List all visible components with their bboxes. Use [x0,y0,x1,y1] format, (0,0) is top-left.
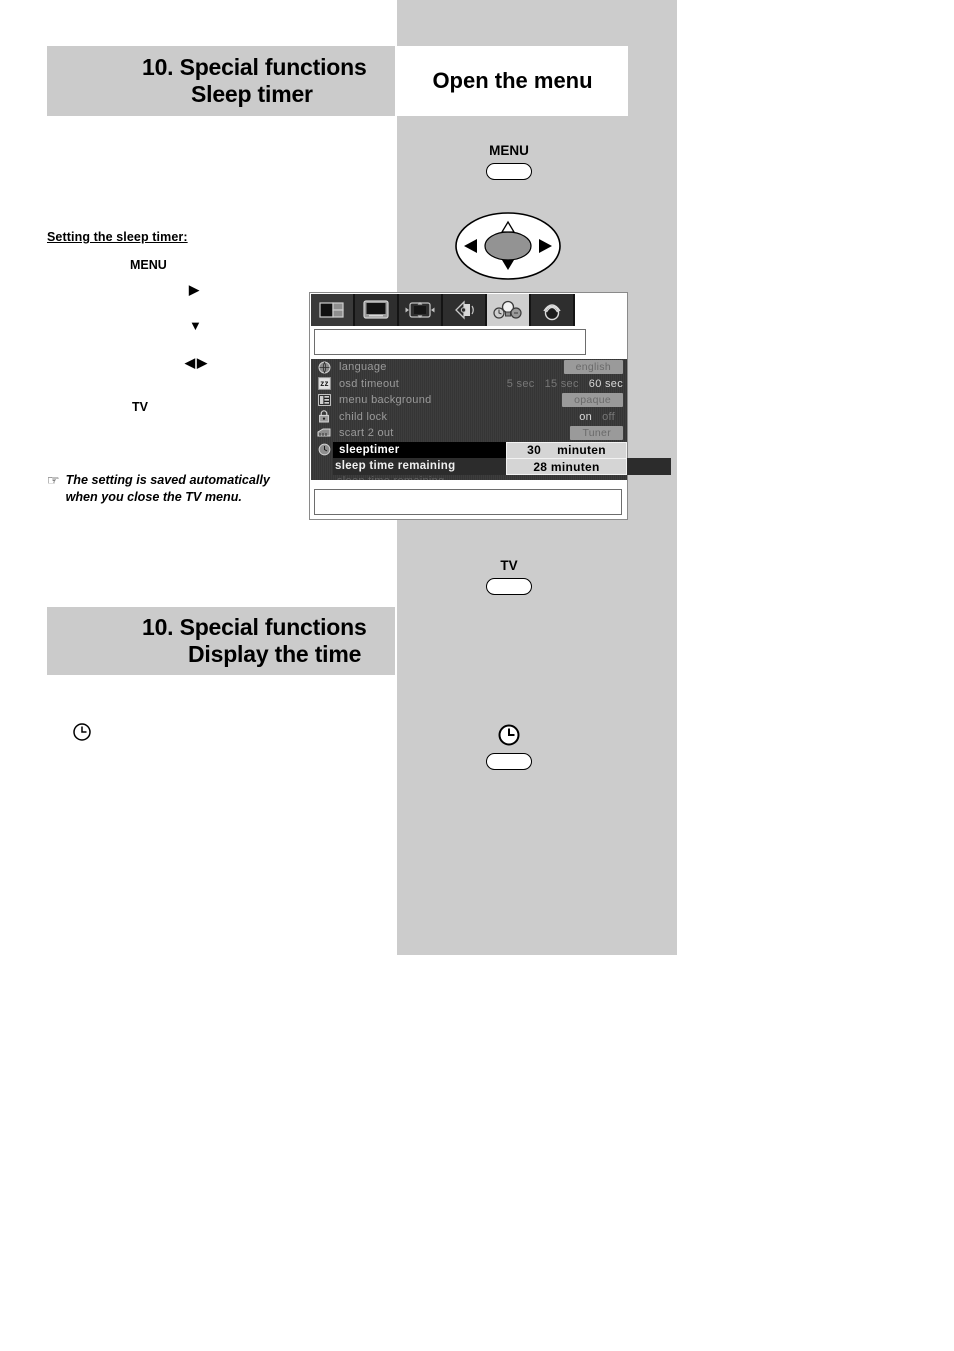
remote-menu-button-group[interactable]: MENU [461,143,557,180]
osd-row-values[interactable]: 5 sec 15 sec 60 sec [507,376,623,393]
osd-row-label: sleeptimer [339,443,400,456]
banner-open-the-menu: Open the menu [397,46,628,116]
globe-icon [315,360,333,374]
sound-icon [455,300,474,320]
osd-tab-picture-format[interactable] [399,294,443,326]
section-number-title: 10. Special functions [142,614,367,640]
zz-timer-icon: zz [315,377,333,391]
osd-tab-tv-screen[interactable] [355,294,399,326]
sleeptimer-value-box[interactable]: 30 minuten [506,441,627,459]
special-functions-icon [493,300,522,319]
osd-row-label: language [339,361,387,374]
step-tv: TV [132,400,148,414]
osd-row-child-lock[interactable]: child lock on off [311,409,627,426]
pointing-hand-icon: ☞ [47,472,60,488]
osd-row-sleeptimer[interactable]: sleeptimer 30 minuten [311,441,627,459]
osd-tab-bar[interactable] [311,294,575,326]
sleep-remaining-value-box: 28 minuten [506,458,627,475]
section-subtitle: Display the time [188,641,362,667]
osd-value-5-sec[interactable]: 5 sec [507,378,535,390]
osd-value-tuner[interactable]: Tuner [570,426,623,441]
osd-row-menu-background[interactable]: menu background opaque [311,392,627,409]
osd-tab-special-functions[interactable] [487,294,531,326]
osd-row-label: menu background [339,394,432,407]
remote-tv-button-group[interactable]: TV [461,558,557,595]
picture-format-icon [405,302,435,318]
instructions-heading: Setting the sleep timer: [47,230,188,244]
remote-navigation-pad[interactable] [455,212,561,280]
svg-text:zz: zz [320,379,329,388]
section-heading-display-the-time: 10. Special functions Display the time [47,607,395,675]
installation-icon [543,304,561,321]
remote-clock-button-group[interactable] [461,722,557,770]
osd-row-label: scart 2 out [339,427,394,440]
osd-value-english[interactable]: english [563,360,623,375]
remote-tv-button[interactable] [486,578,532,595]
osd-value-15-sec[interactable]: 15 sec [545,378,579,390]
section-number-title: 10. Special functions [142,54,367,80]
note-text: The setting is saved automatically when … [65,473,270,504]
remote-menu-label: MENU [489,143,529,158]
osd-tab-installation[interactable] [531,294,575,326]
instructions-column: Setting the sleep timer: MENU ▶ ▼ ◀▶ TV [47,230,347,414]
osd-row-label: osd timeout [339,377,400,390]
osd-row-scart-2-out[interactable]: scart 2 out Tuner [311,425,627,442]
step-down-arrow: ▼ [189,318,202,333]
osd-menu-list: language english zz osd timeout 5 sec 15… [311,359,671,487]
sleeptimer-value-unit: minuten [557,443,606,457]
osd-row-values[interactable]: english [563,359,623,376]
step-left-right-arrows: ◀▶ [185,355,209,370]
picture-in-picture-icon [319,302,344,318]
menu-background-icon [315,393,333,407]
scart-icon [315,426,333,440]
section-heading-sleep-timer: 10. Special functions Sleep timer [47,46,395,116]
step-menu: MENU [130,258,167,272]
section-subtitle: Sleep timer [191,81,313,107]
banner-title: Open the menu [432,68,593,93]
osd-footer-bar [314,489,622,515]
osd-row-osd-timeout[interactable]: zz osd timeout 5 sec 15 sec 60 sec [311,376,627,393]
osd-row-values[interactable]: opaque [562,392,623,409]
tv-screen-icon [363,300,389,319]
nav-pad-svg[interactable] [455,212,561,280]
osd-value-off[interactable]: off [602,411,623,423]
manual-page: 10. Special functions Sleep timer Open t… [0,0,954,1351]
osd-row-values[interactable]: Tuner [570,425,623,442]
sleeptimer-clock-icon [315,443,333,457]
remote-tv-label: TV [500,558,518,573]
osd-row-sleep-time-remaining: sleep time remaining 28 minuten [311,458,671,475]
step-right-arrow: ▶ [189,282,199,297]
osd-row-language[interactable]: language english [311,359,627,376]
osd-row-label: sleep time remaining [335,460,456,473]
osd-row-label: child lock [339,410,388,423]
osd-tab-sound[interactable] [443,294,487,326]
clock-icon [461,722,557,748]
osd-value-60-sec[interactable]: 60 sec [589,378,623,390]
osd-title-bar [314,329,586,355]
osd-white-gap [311,480,627,489]
sleep-remaining-value: 28 minuten [533,459,600,474]
osd-row-values[interactable]: on off [579,409,623,426]
child-lock-icon [315,410,333,424]
osd-value-on[interactable]: on [579,411,592,423]
clock-icon [72,722,92,742]
tv-osd-menu: language english zz osd timeout 5 sec 15… [309,292,671,520]
note-auto-save: ☞ The setting is saved automatically whe… [47,472,337,506]
sleeptimer-value-number: 30 [527,443,542,457]
remote-clock-button[interactable] [486,753,532,770]
remote-menu-button[interactable] [486,163,532,180]
osd-value-opaque[interactable]: opaque [562,393,623,408]
osd-tab-picture-in-picture[interactable] [311,294,355,326]
